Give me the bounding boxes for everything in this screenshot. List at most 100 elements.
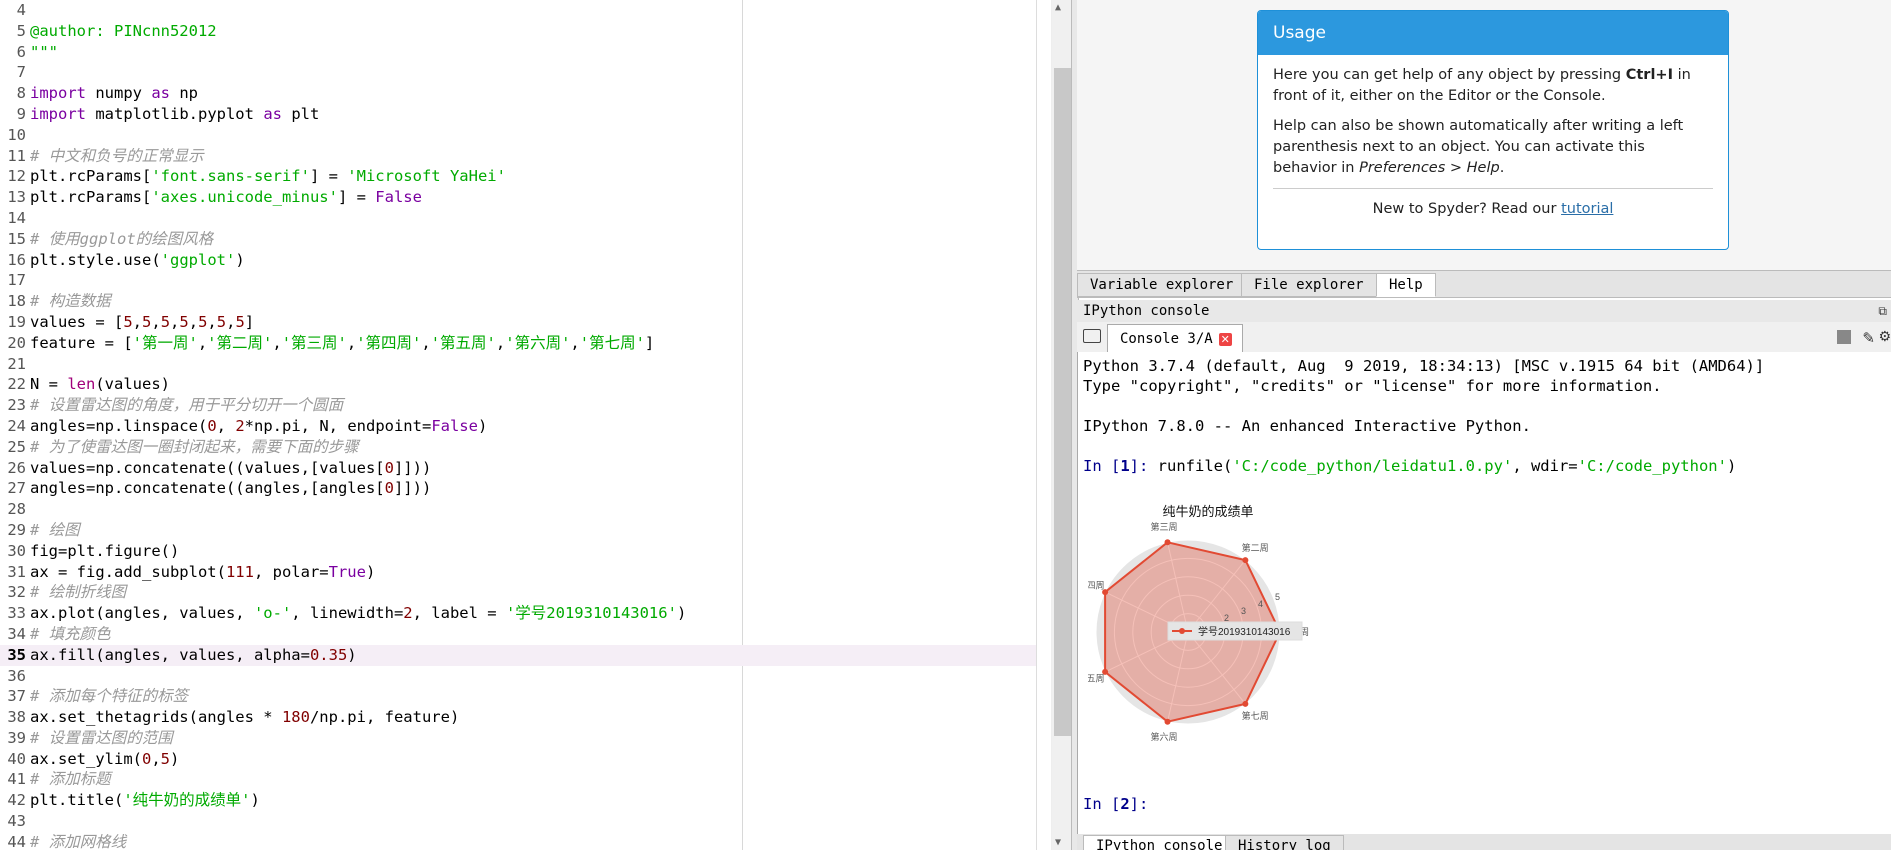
line-number: 32: [7, 583, 26, 602]
line-number: 40: [7, 749, 26, 768]
code-token: ax.fill(angles, values, alpha=: [30, 645, 310, 664]
code-token: '第三周': [281, 333, 347, 352]
code-line[interactable]: 17: [0, 270, 1036, 291]
code-line[interactable]: 28: [0, 499, 1036, 520]
code-line[interactable]: 13 plt.rcParams['axes.unicode_minus'] = F…: [0, 187, 1036, 208]
code-token: 5: [216, 312, 227, 331]
code-line[interactable]: 8 import numpy as np: [0, 83, 1036, 104]
code-line[interactable]: 37 # 添加每个特征的标签: [0, 686, 1036, 707]
code-line[interactable]: 24 angles=np.linspace(0, 2*np.pi, N, endp…: [0, 416, 1036, 437]
code-token: ]])): [393, 479, 432, 498]
code-token: import: [30, 104, 86, 123]
tab-file-explorer[interactable]: File explorer: [1241, 273, 1377, 297]
code-line[interactable]: 44 # 添加网格线: [0, 832, 1036, 850]
console-banner-line: Python 3.7.4 (default, Aug 9 2019, 18:34…: [1083, 357, 1765, 375]
code-line[interactable]: 31 ax = fig.add_subplot(111, polar=True): [0, 562, 1036, 583]
code-token: """: [30, 42, 58, 61]
editor-scrollbar[interactable]: ▲ ▼: [1036, 0, 1071, 850]
undock-icon[interactable]: ⧉: [1878, 300, 1887, 322]
options-icon[interactable]: ⚙: [1878, 329, 1891, 345]
code-line[interactable]: 34 # 填充颜色: [0, 624, 1036, 645]
tab-variable-explorer[interactable]: Variable explorer: [1077, 273, 1247, 297]
scroll-down-arrow-icon[interactable]: ▼: [1055, 837, 1061, 848]
close-icon[interactable]: ✕: [1218, 332, 1232, 346]
code-line[interactable]: 42 plt.title('纯牛奶的成绩单'): [0, 790, 1036, 811]
code-line[interactable]: 9 import matplotlib.pyplot as plt: [0, 104, 1036, 125]
code-line[interactable]: 38 ax.set_thetagrids(angles * 180/np.pi, …: [0, 707, 1036, 728]
code-line[interactable]: 43: [0, 811, 1036, 832]
code-line[interactable]: 39 # 设置雷达图的范围: [0, 728, 1036, 749]
code-token: ,: [132, 312, 143, 331]
code-line[interactable]: 14: [0, 208, 1036, 229]
code-token: ): [170, 749, 180, 768]
bottom-pane-tabbar: IPython console History log: [1077, 834, 1891, 850]
line-number: 25: [7, 437, 26, 456]
code-line[interactable]: 7: [0, 62, 1036, 83]
code-line[interactable]: 6 """: [0, 42, 1036, 63]
code-line[interactable]: 35 ax.fill(angles, values, alpha=0.35): [0, 644, 1036, 666]
code-line[interactable]: 19 values = [5,5,5,5,5,5,5]: [0, 312, 1036, 333]
code-line[interactable]: 26 values=np.concatenate((values,[values[…: [0, 458, 1036, 479]
code-token: 'axes.unicode_minus': [151, 188, 338, 207]
console-input-line: In [1]: runfile('C:/code_python/leidatu1…: [1083, 457, 1737, 475]
editor-scroll-thumb[interactable]: [1054, 68, 1071, 736]
tutorial-link[interactable]: tutorial: [1561, 201, 1613, 217]
category-label: 第五周: [1088, 673, 1105, 684]
code-token: import: [30, 84, 86, 103]
code-token: , linewidth=: [291, 604, 404, 623]
code-line[interactable]: 41 # 添加标题: [0, 769, 1036, 790]
code-token: ax.plot(angles, values,: [30, 604, 254, 623]
code-line[interactable]: 18 # 构造数据: [0, 291, 1036, 312]
usage-body: Here you can get help of any object by p…: [1258, 55, 1728, 220]
stop-icon[interactable]: [1837, 330, 1851, 344]
scroll-up-arrow-icon[interactable]: ▲: [1055, 2, 1061, 13]
code-line[interactable]: 23 # 设置雷达图的角度，用于平分切开一个圆面: [0, 395, 1036, 416]
line-content: ax.set_ylim(0,5): [30, 749, 179, 770]
line-content: # 填充颜色: [30, 624, 111, 645]
usage-paragraph-2: Help can also be shown automatically aft…: [1273, 118, 1684, 176]
code-line[interactable]: 12 plt.rcParams['font.sans-serif'] = 'Mic…: [0, 166, 1036, 187]
code-line[interactable]: 10: [0, 125, 1036, 146]
code-line[interactable]: 11 # 中文和负号的正常显示: [0, 146, 1036, 167]
code-token: '第四周': [356, 333, 422, 352]
help-pane: Usage Here you can get help of any objec…: [1077, 0, 1891, 270]
usage-paragraph-1: Here you can get help of any object by p…: [1273, 67, 1691, 104]
code-line[interactable]: 16 plt.style.use('ggplot'): [0, 250, 1036, 271]
code-line[interactable]: 27 angles=np.concatenate((angles,[angles[…: [0, 478, 1036, 499]
code-token: 5: [123, 312, 133, 331]
line-number: 44: [7, 832, 26, 850]
line-content: N = len(values): [30, 374, 170, 395]
code-line[interactable]: 15 # 使用ggplot的绘图风格: [0, 229, 1036, 250]
code-line[interactable]: 29 # 绘图: [0, 520, 1036, 541]
code-line[interactable]: 30 fig=plt.figure(): [0, 541, 1036, 562]
code-line[interactable]: 25 # 为了使雷达图一圈封闭起来，需要下面的步骤: [0, 437, 1036, 458]
code-line[interactable]: 32 # 绘制折线图: [0, 582, 1036, 603]
code-line[interactable]: 20 feature = ['第一周','第二周','第三周','第四周','第五…: [0, 333, 1036, 354]
tab-help[interactable]: Help: [1376, 273, 1436, 297]
line-content: ax.set_thetagrids(angles * 180/np.pi, fe…: [30, 707, 459, 728]
code-token: ax.set_thetagrids(angles *: [30, 708, 282, 727]
console-prompt-line[interactable]: In [2]:: [1083, 794, 1148, 814]
tab-console-3a[interactable]: Console 3/A ✕: [1107, 324, 1243, 353]
ipython-console[interactable]: Python 3.7.4 (default, Aug 9 2019, 18:34…: [1077, 352, 1891, 835]
code-line[interactable]: 22 N = len(values): [0, 374, 1036, 395]
code-token: # 绘图: [30, 520, 80, 539]
line-content: plt.rcParams['axes.unicode_minus'] = Fal…: [30, 187, 422, 208]
code-token: ]: [644, 333, 655, 352]
code-line[interactable]: 33 ax.plot(angles, values, 'o-', linewidt…: [0, 603, 1036, 624]
line-number: 5: [16, 21, 26, 40]
code-line[interactable]: 36: [0, 666, 1036, 687]
code-line[interactable]: 21: [0, 354, 1036, 375]
code-line[interactable]: 4: [0, 0, 1036, 21]
tab-ipython-console[interactable]: IPython console: [1083, 835, 1236, 850]
code-token: 'font.sans-serif': [151, 167, 310, 186]
code-editor[interactable]: 4 5 @author: PINcnn52012 6 """ 7 8 import numpy…: [0, 0, 1036, 850]
folder-icon[interactable]: [1083, 329, 1101, 343]
code-token: ,: [570, 333, 580, 352]
code-token: ,: [151, 749, 161, 768]
code-token: plt.rcParams[: [30, 188, 152, 207]
code-line[interactable]: 5 @author: PINcnn52012: [0, 21, 1036, 42]
tab-history-log[interactable]: History log: [1225, 835, 1344, 850]
code-line[interactable]: 40 ax.set_ylim(0,5): [0, 749, 1036, 770]
eraser-icon[interactable]: ✎: [1862, 329, 1875, 347]
